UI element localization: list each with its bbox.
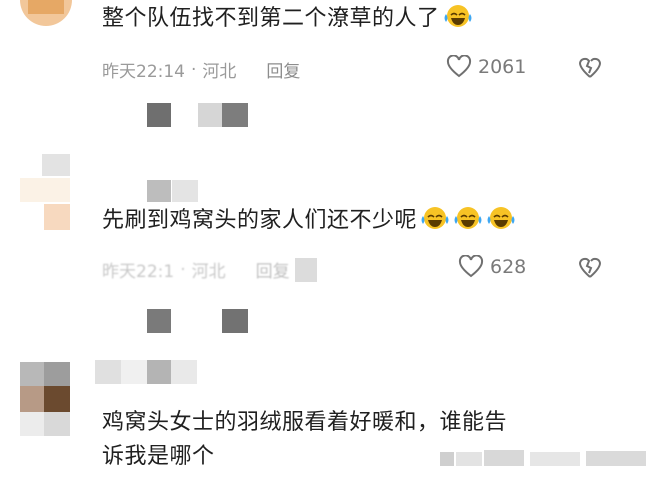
comment-1-like-button[interactable]: 2061 bbox=[446, 55, 526, 79]
comment-2-dislike-button[interactable] bbox=[578, 256, 602, 284]
meta-dot: · bbox=[180, 259, 186, 280]
laughing-tears-emoji-icon bbox=[421, 207, 449, 229]
broken-heart-icon bbox=[578, 57, 602, 78]
mosaic-block bbox=[295, 258, 317, 282]
comment-2-like-count: 628 bbox=[490, 256, 527, 278]
broken-heart-icon bbox=[578, 257, 602, 278]
comment-1-meta: 昨天22:14 · 河北 回复 bbox=[102, 57, 300, 83]
mosaic-block bbox=[147, 103, 171, 127]
laughing-tears-emoji-icon bbox=[444, 5, 472, 27]
mosaic-block bbox=[222, 103, 248, 127]
username-mosaic bbox=[95, 360, 121, 384]
comment-2-meta: 昨天22:1 · 河北 回复 bbox=[102, 257, 290, 283]
username-mosaic bbox=[121, 360, 147, 384]
comment-1-time: 昨天22:14 bbox=[102, 62, 185, 82]
username-mosaic bbox=[147, 360, 171, 384]
avatar-3-block bbox=[44, 362, 70, 386]
mosaic-block bbox=[198, 103, 222, 127]
laughing-tears-emoji-icon bbox=[454, 207, 482, 229]
comment-2-reply-button[interactable]: 回复 bbox=[256, 257, 290, 282]
username-mosaic bbox=[147, 180, 171, 202]
avatar-2-block bbox=[20, 178, 70, 202]
comment-1-text: 整个队伍找不到第二个潦草的人了 bbox=[102, 2, 473, 36]
watermark bbox=[440, 448, 652, 470]
avatar-3-block bbox=[44, 412, 70, 436]
meta-dot: · bbox=[191, 59, 197, 80]
mosaic-block bbox=[222, 309, 248, 333]
comment-1-dislike-button[interactable] bbox=[578, 56, 602, 84]
comment-3-line-1: 鸡窝头女士的羽绒服看着好暖和，谁能告 bbox=[102, 410, 508, 435]
heart-outline-icon bbox=[458, 255, 484, 278]
avatar-2[interactable] bbox=[42, 154, 70, 176]
avatar-3[interactable] bbox=[20, 362, 44, 386]
avatar-1[interactable] bbox=[20, 0, 72, 26]
comment-1-reply-button[interactable]: 回复 bbox=[266, 57, 300, 82]
avatar-3-block bbox=[20, 386, 44, 412]
avatar-3-block bbox=[20, 412, 44, 436]
comment-2-time: 昨天22:1 bbox=[102, 262, 175, 282]
comment-2-text: 先刷到鸡窝头的家人们还不少呢 bbox=[102, 204, 516, 238]
avatar-2-block bbox=[44, 204, 70, 230]
username-mosaic bbox=[171, 360, 197, 384]
comment-1-location: 河北 bbox=[202, 62, 237, 82]
laughing-tears-emoji-icon bbox=[487, 207, 515, 229]
username-mosaic bbox=[172, 180, 198, 202]
avatar-3-block bbox=[44, 386, 70, 412]
mosaic-block bbox=[147, 309, 171, 333]
comment-1-like-count: 2061 bbox=[478, 56, 527, 78]
heart-outline-icon bbox=[446, 55, 472, 78]
comment-2-location: 河北 bbox=[191, 262, 226, 282]
comment-2-like-button[interactable]: 628 bbox=[458, 255, 526, 279]
